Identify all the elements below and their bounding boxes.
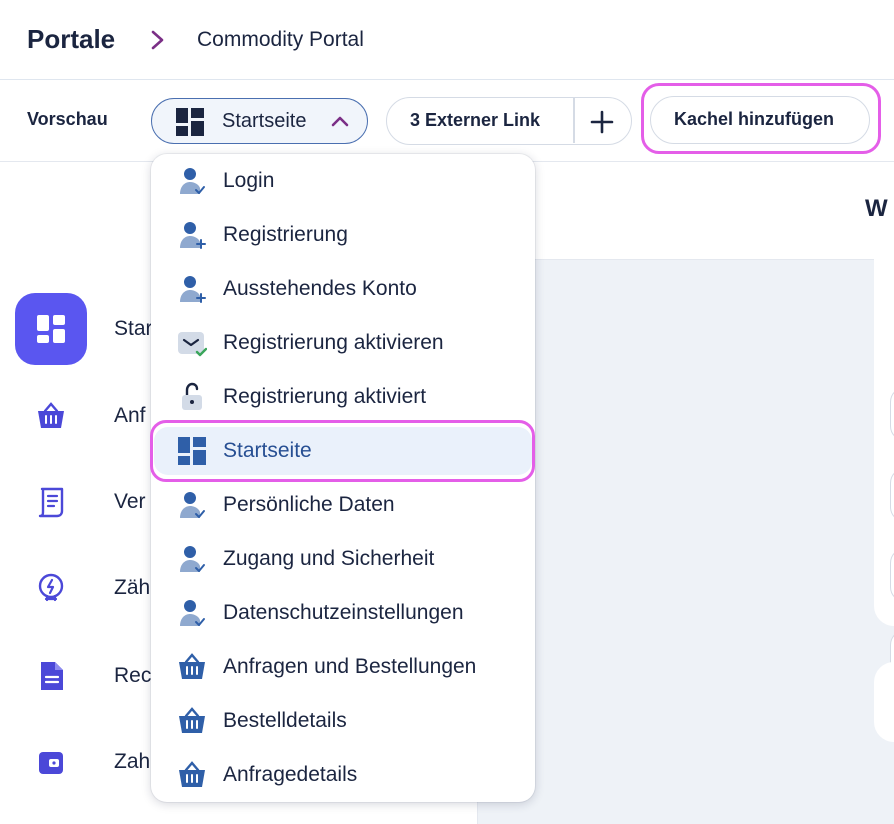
page-select-dropdown[interactable]: Startseite xyxy=(151,98,368,144)
highlight-frame xyxy=(150,420,535,482)
sidebar-item-label: Star xyxy=(114,317,153,340)
divider xyxy=(573,98,575,143)
menu-item-activate-registration[interactable]: Registrierung aktivieren xyxy=(151,316,535,370)
unlock-icon xyxy=(182,382,202,410)
tile-card xyxy=(874,662,894,742)
plus-icon[interactable] xyxy=(589,109,615,135)
menu-item-requests-orders[interactable]: Anfragen und Bestellungen xyxy=(151,640,535,694)
menu-item-privacy-settings[interactable]: Datenschutzeinstellungen xyxy=(151,586,535,640)
chevron-right-icon xyxy=(151,30,164,50)
menu-item-access-security[interactable]: Zugang und Sicherheit xyxy=(151,532,535,586)
sidebar-item-label: Anf xyxy=(114,404,146,427)
menu-item-login[interactable]: Login xyxy=(151,154,535,208)
user-plus-icon xyxy=(180,276,206,303)
main-content: W xyxy=(478,162,894,824)
basket-icon xyxy=(179,707,205,733)
breadcrumb[interactable]: Commodity Portal xyxy=(197,28,364,52)
wallet-icon xyxy=(39,752,63,774)
dashboard-icon xyxy=(37,315,65,343)
contract-icon xyxy=(38,487,64,518)
page-title: Portale xyxy=(27,24,116,54)
app-header: Portale Commodity Portal xyxy=(0,0,894,80)
menu-item-order-details[interactable]: Bestelldetails xyxy=(151,694,535,748)
content-title: W xyxy=(865,195,888,222)
menu-item-pending-account[interactable]: Ausstehendes Konto xyxy=(151,262,535,316)
sidebar-item-label: Zäh xyxy=(114,576,151,599)
basket-icon xyxy=(38,402,64,428)
preview-label: Vorschau xyxy=(27,109,108,129)
menu-item-personal-data[interactable]: Persönliche Daten xyxy=(151,478,535,532)
user-check-icon xyxy=(180,546,205,572)
user-check-icon xyxy=(180,600,205,626)
sidebar-item-label: Rec xyxy=(114,664,152,687)
user-check-icon xyxy=(180,168,205,194)
basket-icon xyxy=(179,761,205,787)
mail-check-icon xyxy=(178,332,207,357)
sidebar-item-label: Ver xyxy=(114,490,146,513)
external-links-button[interactable]: 3 Externer Link xyxy=(410,110,540,131)
user-plus-icon xyxy=(180,222,206,249)
menu-item-registration[interactable]: Registrierung xyxy=(151,208,535,262)
meter-icon xyxy=(38,573,64,602)
chevron-up-icon xyxy=(331,116,349,127)
user-check-icon xyxy=(180,492,205,518)
menu-item-registration-activated[interactable]: Registrierung aktiviert xyxy=(151,370,535,424)
document-icon xyxy=(41,662,63,690)
external-link-group: 3 Externer Link xyxy=(386,97,632,145)
menu-item-request-details[interactable]: Anfragedetails xyxy=(151,748,535,802)
basket-icon xyxy=(179,653,205,679)
page-select-label: Startseite xyxy=(222,110,307,132)
highlight-frame xyxy=(641,83,881,154)
sidebar-item-label: Zah xyxy=(114,750,151,773)
dashboard-icon xyxy=(176,108,204,136)
content-canvas xyxy=(478,260,894,824)
content-header: W xyxy=(478,162,894,260)
